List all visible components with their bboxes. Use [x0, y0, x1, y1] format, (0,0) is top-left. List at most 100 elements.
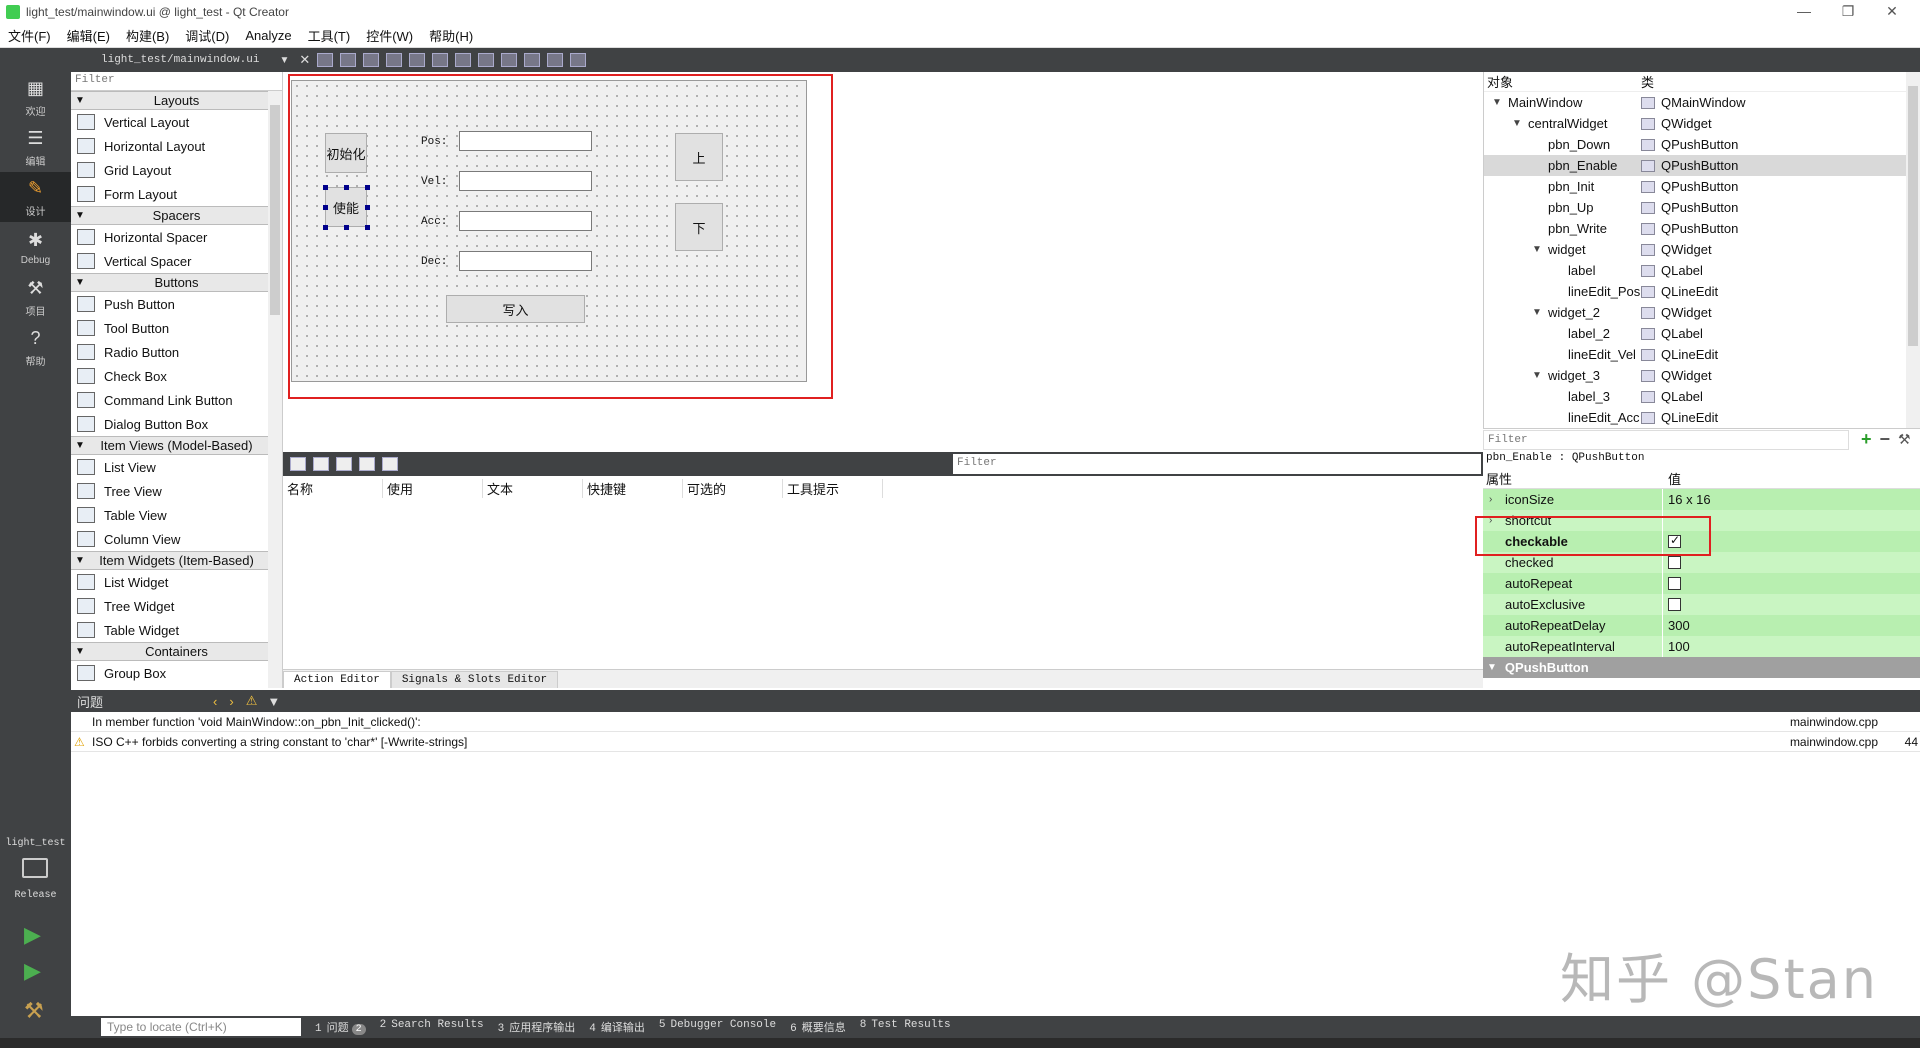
- mode-debug[interactable]: ✱ Debug: [0, 222, 71, 272]
- object-tree-row[interactable]: ▼ widget_2 QWidget: [1484, 302, 1920, 323]
- restore-icon[interactable]: ❐: [1828, 0, 1868, 22]
- monitor-icon[interactable]: [22, 858, 48, 878]
- property-row[interactable]: autoRepeatInterval 100: [1483, 636, 1920, 657]
- property-filter-input[interactable]: Filter: [1483, 429, 1849, 450]
- menu-build[interactable]: 构建(B): [118, 26, 177, 45]
- widget-category[interactable]: ▼ Spacers: [71, 206, 282, 225]
- checkbox-unchecked[interactable]: [1668, 556, 1681, 569]
- mode-welcome[interactable]: ▦ 欢迎: [0, 72, 71, 122]
- menu-widgets[interactable]: 控件(W): [358, 26, 421, 45]
- widget-item[interactable]: List Widget: [71, 570, 282, 594]
- mode-design[interactable]: ✎ 设计: [0, 172, 71, 222]
- edit-buddies-icon[interactable]: [363, 53, 380, 67]
- property-value[interactable]: 16 x 16: [1663, 489, 1711, 510]
- menu-analyze[interactable]: Analyze: [237, 28, 299, 43]
- output-tab[interactable]: 3 应用程序输出: [498, 1019, 576, 1035]
- output-tab[interactable]: 5 Debugger Console: [659, 1019, 776, 1035]
- widget-item[interactable]: Tree Widget: [71, 594, 282, 618]
- property-row[interactable]: autoExclusive: [1483, 594, 1920, 615]
- checkbox-unchecked[interactable]: [1668, 577, 1681, 590]
- tab-action-editor[interactable]: Action Editor: [283, 671, 391, 688]
- object-tree-row[interactable]: lineEdit_Pos QLineEdit: [1484, 281, 1920, 302]
- prev-issue-icon[interactable]: ‹: [213, 694, 217, 709]
- widget-filter-input[interactable]: Filter: [71, 72, 282, 91]
- object-tree-row[interactable]: ▼ widget_3 QWidget: [1484, 365, 1920, 386]
- menu-debug[interactable]: 调试(D): [177, 26, 237, 45]
- object-tree-row[interactable]: ▼ MainWindow QMainWindow: [1484, 92, 1920, 113]
- property-value[interactable]: 100: [1663, 636, 1690, 657]
- checkbox-unchecked[interactable]: [1668, 598, 1681, 611]
- widget-item[interactable]: Command Link Button: [71, 388, 282, 412]
- property-row[interactable]: autoRepeat: [1483, 573, 1920, 594]
- object-tree-row[interactable]: lineEdit_Vel QLineEdit: [1484, 344, 1920, 365]
- debug-run-icon[interactable]: ▶: [24, 958, 41, 984]
- mode-edit[interactable]: ☰ 编辑: [0, 122, 71, 172]
- delete-action-icon[interactable]: [359, 457, 375, 471]
- widget-item[interactable]: Check Box: [71, 364, 282, 388]
- object-tree-row[interactable]: ▼ widget QWidget: [1484, 239, 1920, 260]
- chevron-down-icon[interactable]: ▼: [1532, 244, 1542, 255]
- widget-item[interactable]: Form Layout: [71, 182, 282, 206]
- chevron-right-icon[interactable]: ›: [1489, 494, 1492, 505]
- col-used[interactable]: 使用: [383, 478, 483, 498]
- chevron-down-icon[interactable]: ▼: [1512, 118, 1522, 129]
- layout-splitter-h-icon[interactable]: [455, 53, 472, 67]
- edit-widgets-icon[interactable]: [317, 53, 334, 67]
- object-inspector-scrollbar[interactable]: [1906, 72, 1920, 428]
- menu-help[interactable]: 帮助(H): [421, 26, 481, 45]
- property-value[interactable]: [1663, 594, 1681, 615]
- widget-item[interactable]: Push Button: [71, 292, 282, 316]
- close-icon[interactable]: ✕: [1872, 0, 1912, 22]
- object-tree-row[interactable]: pbn_Down QPushButton: [1484, 134, 1920, 155]
- object-tree-row[interactable]: label QLabel: [1484, 260, 1920, 281]
- widget-item[interactable]: Grid Layout: [71, 158, 282, 182]
- object-tree-row[interactable]: label_3 QLabel: [1484, 386, 1920, 407]
- col-checkable[interactable]: 可选的: [683, 478, 783, 498]
- object-tree-row[interactable]: pbn_Write QPushButton: [1484, 218, 1920, 239]
- object-tree-row[interactable]: pbn_Up QPushButton: [1484, 197, 1920, 218]
- edit-tab-order-icon[interactable]: [386, 53, 403, 67]
- col-tooltip[interactable]: 工具提示: [783, 478, 883, 498]
- object-tree-row[interactable]: ▼ centralWidget QWidget: [1484, 113, 1920, 134]
- new-action-icon[interactable]: [290, 457, 306, 471]
- widget-item[interactable]: Column View: [71, 527, 282, 551]
- layout-grid-icon[interactable]: [501, 53, 518, 67]
- minimize-icon[interactable]: —: [1784, 0, 1824, 22]
- mode-help[interactable]: ? 帮助: [0, 322, 71, 372]
- property-section-qpushbutton[interactable]: ▼ QPushButton: [1483, 657, 1920, 678]
- add-property-icon[interactable]: +: [1861, 429, 1872, 450]
- widget-item[interactable]: Horizontal Layout: [71, 134, 282, 158]
- run-icon[interactable]: ▶: [24, 922, 41, 948]
- widget-item[interactable]: Vertical Spacer: [71, 249, 282, 273]
- col-shortcut[interactable]: 快捷键: [583, 478, 683, 498]
- layout-vertical-icon[interactable]: [432, 53, 449, 67]
- widget-item[interactable]: Horizontal Spacer: [71, 225, 282, 249]
- output-tab[interactable]: 6 概要信息: [790, 1019, 846, 1035]
- property-row[interactable]: › iconSize 16 x 16: [1483, 489, 1920, 510]
- build-hammer-icon[interactable]: ⚒: [24, 998, 44, 1024]
- widget-item[interactable]: Vertical Layout: [71, 110, 282, 134]
- edit-signals-icon[interactable]: [340, 53, 357, 67]
- chevron-down-icon[interactable]: ▼: [1492, 97, 1502, 108]
- chevron-down-icon[interactable]: ▼: [279, 55, 289, 66]
- object-tree-row[interactable]: lineEdit_Acc QLineEdit: [1484, 407, 1920, 428]
- menu-file[interactable]: 文件(F): [0, 26, 59, 45]
- widget-category[interactable]: ▼ Item Widgets (Item-Based): [71, 551, 282, 570]
- close-document-icon[interactable]: ✕: [299, 52, 310, 68]
- property-value[interactable]: 300: [1663, 615, 1690, 636]
- mode-projects[interactable]: ⚒ 项目: [0, 272, 71, 322]
- issue-row[interactable]: In member function 'void MainWindow::on_…: [71, 712, 1920, 732]
- open-file-combo[interactable]: light_test/mainwindow.ui: [101, 54, 259, 66]
- widget-category[interactable]: ▼ Containers: [71, 642, 282, 661]
- menu-edit[interactable]: 编辑(E): [59, 26, 118, 45]
- action-filter-input[interactable]: Filter: [953, 454, 1481, 474]
- chevron-down-icon[interactable]: ▼: [1532, 307, 1542, 318]
- widget-category[interactable]: ▼ Layouts: [71, 91, 282, 110]
- scrollbar-thumb[interactable]: [270, 105, 280, 315]
- issue-row[interactable]: ⚠ ISO C++ forbids converting a string con…: [71, 732, 1920, 752]
- col-text[interactable]: 文本: [483, 478, 583, 498]
- property-value[interactable]: [1663, 573, 1681, 594]
- locate-input[interactable]: Type to locate (Ctrl+K): [101, 1018, 301, 1036]
- widget-item[interactable]: List View: [71, 455, 282, 479]
- adjust-size-icon[interactable]: [570, 53, 587, 67]
